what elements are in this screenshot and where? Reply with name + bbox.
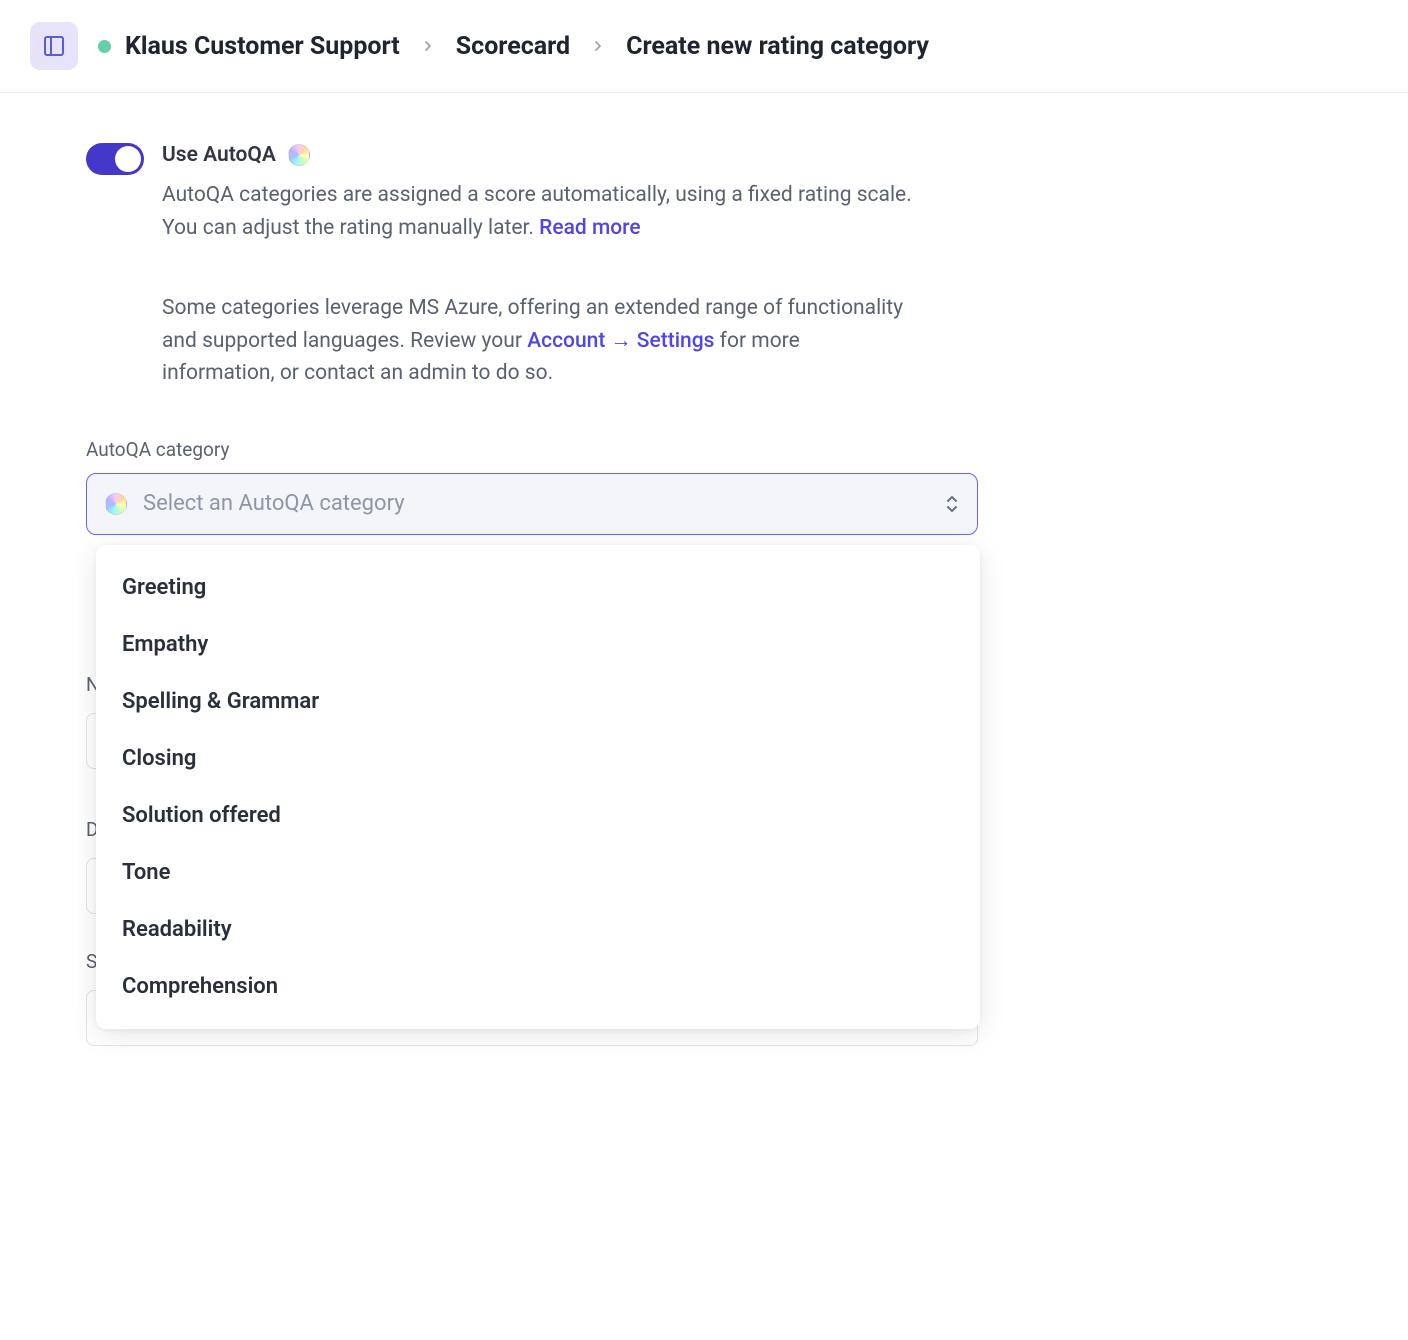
header-bar: Klaus Customer Support Scorecard Create … [0,0,1408,93]
option-closing[interactable]: Closing [96,730,980,787]
chevron-up-down-icon [945,495,959,513]
autoqa-icon [288,144,310,166]
autoqa-text-block: Use AutoQA AutoQA categories are assigne… [162,143,914,390]
option-spelling-grammar[interactable]: Spelling & Grammar [96,673,980,730]
breadcrumb: Klaus Customer Support Scorecard Create … [98,32,929,61]
read-more-link[interactable]: Read more [539,216,641,240]
select-placeholder: Select an AutoQA category [143,491,929,516]
autoqa-description-2: Some categories leverage MS Azure, offer… [162,292,914,390]
autoqa-toggle[interactable] [86,143,144,175]
autoqa-icon [105,493,127,515]
sidebar-toggle-button[interactable] [30,22,78,70]
breadcrumb-label: Scorecard [456,32,570,61]
breadcrumb-item-scorecard[interactable]: Scorecard [456,32,570,61]
desc-text: AutoQA categories are assigned a score a… [162,183,912,240]
option-greeting[interactable]: Greeting [96,559,980,616]
autoqa-toggle-label: Use AutoQA [162,143,276,167]
autoqa-category-dropdown: Greeting Empathy Spelling & Grammar Clos… [96,545,980,1029]
chevron-right-icon [590,38,606,54]
main-content: Use AutoQA AutoQA categories are assigne… [0,93,1000,1149]
autoqa-toggle-row: Use AutoQA AutoQA categories are assigne… [86,143,914,390]
option-tone[interactable]: Tone [96,844,980,901]
autoqa-description-1: AutoQA categories are assigned a score a… [162,179,914,244]
option-empathy[interactable]: Empathy [96,616,980,673]
breadcrumb-item-workspace[interactable]: Klaus Customer Support [98,32,400,61]
autoqa-category-label: AutoQA category [86,438,914,461]
breadcrumb-label: Create new rating category [626,32,929,61]
status-dot-icon [98,40,111,53]
option-solution-offered[interactable]: Solution offered [96,787,980,844]
autoqa-toggle-label-row: Use AutoQA [162,143,914,167]
panel-icon [42,34,66,58]
breadcrumb-item-current: Create new rating category [626,32,929,61]
account-settings-link[interactable]: Account → Settings [527,329,714,353]
option-readability[interactable]: Readability [96,901,980,958]
autoqa-category-select[interactable]: Select an AutoQA category [86,473,978,535]
breadcrumb-label: Klaus Customer Support [125,32,400,61]
chevron-right-icon [420,38,436,54]
option-comprehension[interactable]: Comprehension [96,958,980,1015]
